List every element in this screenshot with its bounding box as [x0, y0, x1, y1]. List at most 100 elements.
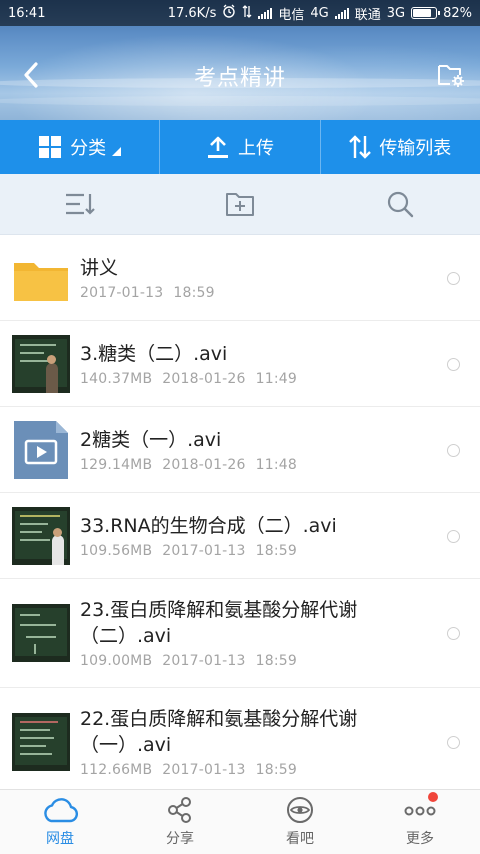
carrier-1: 电信 — [278, 7, 305, 23]
page-title: 考点精讲 — [193, 66, 286, 91]
sort-button[interactable] — [0, 174, 160, 234]
tab-label: 更多 — [406, 831, 434, 847]
file-meta: 140.37MB 2018-01-26 11:49 — [80, 371, 430, 387]
file-size: 140.37MB — [80, 370, 153, 387]
tab-cloud-disk[interactable]: 网盘 — [0, 790, 120, 854]
new-folder-button[interactable] — [160, 174, 320, 234]
upload-icon — [207, 136, 228, 158]
select-radio[interactable] — [447, 627, 460, 640]
battery-icon — [411, 7, 441, 19]
file-time: 18:59 — [255, 653, 298, 669]
tool-row — [0, 174, 480, 235]
alarm-icon — [222, 4, 236, 22]
file-info: 讲义 2017-01-13 18:59 — [70, 255, 480, 301]
upload-label: 上传 — [237, 138, 274, 159]
transfer-arrows-icon — [349, 135, 372, 159]
tab-label: 看吧 — [286, 831, 314, 847]
transfer-list-button[interactable]: 传输列表 — [319, 120, 480, 174]
status-bar: 16:41 17.6K/s 电信 4G 联通 3G 82% — [0, 0, 480, 26]
file-time: 18:59 — [173, 284, 215, 301]
file-meta: 112.66MB 2017-01-13 18:59 — [80, 762, 430, 778]
header: 16:41 17.6K/s 电信 4G 联通 3G 82% 考点精讲 — [0, 0, 480, 120]
file-meta: 109.56MB 2017-01-13 18:59 — [80, 543, 430, 559]
file-name: 23.蛋白质降解和氨基酸分解代谢（二）.avi — [80, 599, 358, 647]
sort-list-icon — [66, 193, 95, 215]
file-date: 2017-01-13 — [80, 284, 164, 301]
list-item[interactable]: 3.糖类（二）.avi 140.37MB 2018-01-26 11:49 — [0, 321, 480, 407]
file-date: 2018-01-26 — [162, 370, 246, 387]
file-info: 23.蛋白质降解和氨基酸分解代谢（二）.avi 109.00MB 2017-01-… — [70, 597, 480, 669]
select-radio[interactable] — [447, 443, 460, 457]
file-meta: 109.00MB 2017-01-13 18:59 — [80, 653, 430, 669]
folder-icon — [12, 249, 70, 307]
eye-icon — [287, 797, 313, 823]
file-meta: 129.14MB 2018-01-26 11:48 — [80, 457, 430, 473]
select-radio[interactable] — [447, 357, 460, 371]
tab-watch[interactable]: 看吧 — [240, 790, 360, 854]
video-thumbnail — [12, 334, 70, 393]
tab-label: 分享 — [166, 831, 194, 847]
status-time: 16:41 — [8, 5, 46, 21]
file-info: 3.糖类（二）.avi 140.37MB 2018-01-26 11:49 — [70, 341, 480, 387]
network-speed: 17.6K/s — [167, 5, 217, 21]
tab-more[interactable]: 更多 — [360, 790, 480, 854]
list-item[interactable]: 22.蛋白质降解和氨基酸分解代谢（一）.avi 112.66MB 2017-01-… — [0, 688, 480, 789]
dropdown-triangle-icon — [112, 146, 122, 156]
battery-percent: 82% — [443, 5, 472, 21]
file-name: 2糖类（一）.avi — [80, 428, 222, 451]
file-info: 22.蛋白质降解和氨基酸分解代谢（一）.avi 112.66MB 2017-01-… — [70, 706, 480, 778]
carrier-2: 联通 — [354, 7, 381, 23]
network-type-2: 3G — [386, 5, 406, 21]
select-radio[interactable] — [447, 529, 460, 543]
title-bar: 考点精讲 — [0, 26, 480, 120]
select-radio[interactable] — [447, 271, 460, 285]
list-item[interactable]: 33.RNA的生物合成（二）.avi 109.56MB 2017-01-13 18:… — [0, 493, 480, 579]
file-name: 22.蛋白质降解和氨基酸分解代谢（一）.avi — [80, 708, 358, 756]
list-item[interactable]: 2糖类（一）.avi 129.14MB 2018-01-26 11:48 — [0, 407, 480, 493]
file-name: 3.糖类（二）.avi — [80, 342, 228, 365]
file-date: 2018-01-26 — [162, 456, 246, 473]
file-size: 109.56MB — [80, 542, 153, 559]
video-thumbnail — [12, 506, 70, 565]
list-item[interactable]: 讲义 2017-01-13 18:59 — [0, 235, 480, 321]
list-item[interactable]: 23.蛋白质降解和氨基酸分解代谢（二）.avi 109.00MB 2017-01-… — [0, 579, 480, 688]
video-thumbnail — [12, 604, 70, 662]
status-right: 17.6K/s 电信 4G 联通 3G 82% — [168, 4, 472, 23]
folder-settings-button[interactable] — [434, 58, 468, 92]
grid-icon — [39, 136, 62, 158]
file-time: 11:48 — [255, 456, 298, 473]
battery-fill — [413, 9, 432, 17]
notification-badge — [428, 792, 438, 802]
file-time: 11:49 — [255, 370, 298, 387]
network-type-1: 4G — [310, 5, 329, 21]
share-icon — [168, 797, 191, 823]
file-date: 2017-01-13 — [162, 653, 246, 669]
folder-settings-icon — [438, 65, 464, 87]
search-button[interactable] — [320, 174, 480, 234]
upload-button[interactable]: 上传 — [159, 120, 319, 174]
file-time: 18:59 — [255, 762, 298, 778]
signal-icon — [258, 7, 273, 19]
file-info: 2糖类（一）.avi 129.14MB 2018-01-26 11:48 — [70, 427, 480, 473]
cloud-icon — [44, 798, 78, 823]
file-size: 109.00MB — [80, 653, 153, 669]
file-date: 2017-01-13 — [162, 762, 246, 778]
video-thumbnail — [12, 713, 70, 771]
category-label: 分类 — [70, 138, 107, 159]
data-transfer-icon — [242, 4, 252, 22]
video-file-icon — [12, 420, 70, 479]
category-button[interactable]: 分类 — [0, 120, 159, 174]
file-size: 112.66MB — [80, 762, 153, 778]
action-bar: 分类 上传 传输列表 — [0, 120, 480, 174]
file-size: 129.14MB — [80, 456, 153, 473]
file-time: 18:59 — [255, 542, 298, 559]
new-folder-icon — [226, 193, 254, 216]
tab-share[interactable]: 分享 — [120, 790, 240, 854]
file-info: 33.RNA的生物合成（二）.avi 109.56MB 2017-01-13 18:… — [70, 513, 480, 559]
file-name: 33.RNA的生物合成（二）.avi — [80, 514, 337, 537]
file-list: 讲义 2017-01-13 18:59 3.糖类（二）.avi 140.37MB 2… — [0, 235, 480, 789]
file-date: 2017-01-13 — [162, 542, 246, 559]
select-radio[interactable] — [447, 736, 460, 749]
bottom-nav: 网盘 分享 看吧 更多 — [0, 789, 480, 854]
transfer-list-label: 传输列表 — [379, 138, 452, 159]
